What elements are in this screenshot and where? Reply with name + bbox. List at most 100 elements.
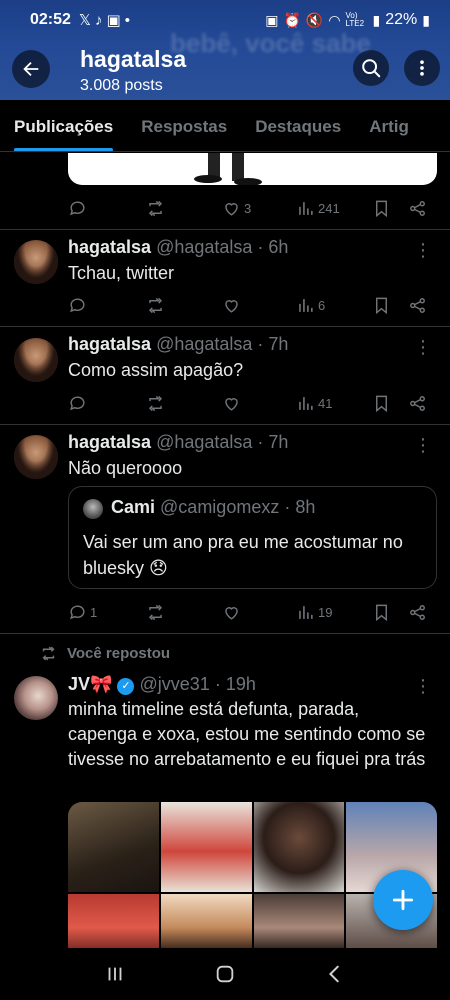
author-name[interactable]: hagatalsa: [68, 334, 151, 354]
back-button[interactable]: [12, 50, 50, 88]
media-thumb[interactable]: [68, 894, 159, 948]
bookmark-icon: [376, 297, 387, 314]
post-text: Tchau, twitter: [68, 263, 175, 283]
avatar[interactable]: [14, 240, 58, 284]
author-handle[interactable]: @hagatalsa: [156, 237, 252, 257]
share-button[interactable]: [408, 602, 427, 622]
author-name[interactable]: hagatalsa: [68, 237, 151, 257]
heart-icon: [225, 397, 238, 411]
repost-button[interactable]: [146, 295, 168, 315]
reply-button[interactable]: 1: [68, 602, 97, 622]
reply-button[interactable]: [68, 198, 90, 218]
post-text: minha timeline está defunta, parada, cap…: [68, 699, 426, 769]
repost-button[interactable]: [146, 393, 168, 413]
media-figure: [194, 153, 262, 185]
views-button[interactable]: 41: [296, 393, 332, 413]
like-button[interactable]: [222, 295, 244, 315]
author-name[interactable]: hagatalsa: [68, 432, 151, 452]
bookmark-button[interactable]: [372, 393, 391, 413]
bookmark-button[interactable]: [372, 602, 391, 622]
bookmark-button[interactable]: [372, 198, 391, 218]
media-thumb[interactable]: [253, 802, 345, 892]
tab-destaques[interactable]: Destaques: [241, 100, 355, 151]
home-icon[interactable]: [214, 963, 236, 985]
search-icon: [362, 59, 381, 78]
search-button[interactable]: [353, 50, 389, 86]
divider: [0, 424, 450, 425]
media-thumb[interactable]: [160, 802, 252, 892]
battery-icon: ▮: [422, 11, 430, 28]
signal-icon: ▮: [372, 11, 381, 28]
share-button[interactable]: [408, 393, 427, 413]
vertical-dots-icon: [420, 60, 424, 76]
quote-author-handle: @camigomexz: [160, 497, 280, 517]
author-handle[interactable]: @jvve31: [139, 674, 209, 694]
share-button[interactable]: [408, 198, 427, 218]
views-button[interactable]: 6: [296, 295, 325, 315]
compose-button[interactable]: [373, 870, 433, 930]
x-app-icon: 𝕏: [78, 12, 92, 29]
back-nav-icon[interactable]: [324, 963, 346, 985]
like-button[interactable]: [222, 602, 244, 622]
profile-header: bebê, você sabe 02:52 𝕏 ♪ ▣ • ▣ ⏰ 🔇 ◠ Vo…: [0, 0, 450, 100]
repost-icon: [148, 297, 163, 313]
status-bar: 02:52 𝕏 ♪ ▣ • ▣ ⏰ 🔇 ◠ Vo) LTE2 ▮ 22% ▮: [0, 0, 450, 40]
notification-icons: 𝕏 ♪ ▣ •: [78, 11, 130, 30]
divider: [0, 326, 450, 327]
share-icon: [410, 200, 425, 216]
tab-artigos[interactable]: Artig: [355, 100, 423, 151]
reply-button[interactable]: [68, 295, 90, 315]
analytics-icon: [299, 201, 313, 215]
more-options-button[interactable]: [404, 50, 440, 86]
avatar[interactable]: [14, 676, 58, 720]
reply-button[interactable]: [68, 393, 90, 413]
post-time: · 6h: [257, 237, 289, 257]
author-emoji: 🎀: [90, 674, 113, 694]
views-button[interactable]: 241: [296, 198, 340, 218]
post-actions: 3 241: [68, 198, 438, 218]
post-more-icon[interactable]: ⋮: [414, 337, 432, 358]
repost-icon: [148, 395, 163, 411]
media-thumb[interactable]: [68, 802, 159, 892]
post-more-icon[interactable]: ⋮: [414, 435, 432, 456]
tab-respostas[interactable]: Respostas: [127, 100, 241, 151]
share-button[interactable]: [408, 295, 427, 315]
repost-button[interactable]: [146, 602, 168, 622]
gallery-icon: ▣: [106, 12, 121, 29]
like-button[interactable]: [222, 393, 244, 413]
author-name[interactable]: JV: [68, 674, 90, 694]
post-media-grid[interactable]: [68, 802, 437, 948]
lock-icon: ▣: [265, 11, 279, 28]
recent-apps-icon[interactable]: [104, 963, 126, 985]
media-thumb[interactable]: [253, 894, 345, 948]
profile-tabs: Publicações Respostas Destaques Artig: [0, 100, 450, 152]
analytics-icon: [299, 298, 313, 312]
repost-button[interactable]: [146, 198, 168, 218]
post-more-icon[interactable]: ⋮: [414, 676, 432, 697]
bookmark-button[interactable]: [372, 295, 391, 315]
post-more-icon[interactable]: ⋮: [414, 240, 432, 261]
author-handle[interactable]: @hagatalsa: [156, 334, 252, 354]
avatar[interactable]: [14, 338, 58, 382]
divider: [0, 229, 450, 230]
share-icon: [410, 395, 425, 411]
author-handle[interactable]: @hagatalsa: [156, 432, 252, 452]
like-button[interactable]: 3: [222, 198, 251, 218]
views-button[interactable]: 19: [296, 602, 332, 622]
analytics-icon: [299, 605, 313, 619]
post-header: JV🎀 ✓ @jvve31 · 19h: [68, 674, 256, 695]
wifi-icon: ◠: [328, 11, 341, 28]
share-icon: [410, 604, 425, 620]
repost-label: Você repostou: [40, 645, 170, 662]
repost-icon: [148, 604, 163, 620]
post-media[interactable]: [68, 153, 437, 185]
post-text: Não queroooo: [68, 458, 183, 478]
bookmark-icon: [376, 604, 387, 621]
tiktok-icon: ♪: [95, 11, 103, 29]
bookmark-icon: [376, 395, 387, 412]
quoted-post[interactable]: Cami @camigomexz · 8h Vai ser um ano pra…: [68, 486, 437, 589]
avatar[interactable]: [14, 435, 58, 479]
tab-publicacoes[interactable]: Publicações: [0, 100, 127, 151]
post-header: hagatalsa @hagatalsa · 6h: [68, 237, 288, 258]
media-thumb[interactable]: [160, 894, 252, 948]
